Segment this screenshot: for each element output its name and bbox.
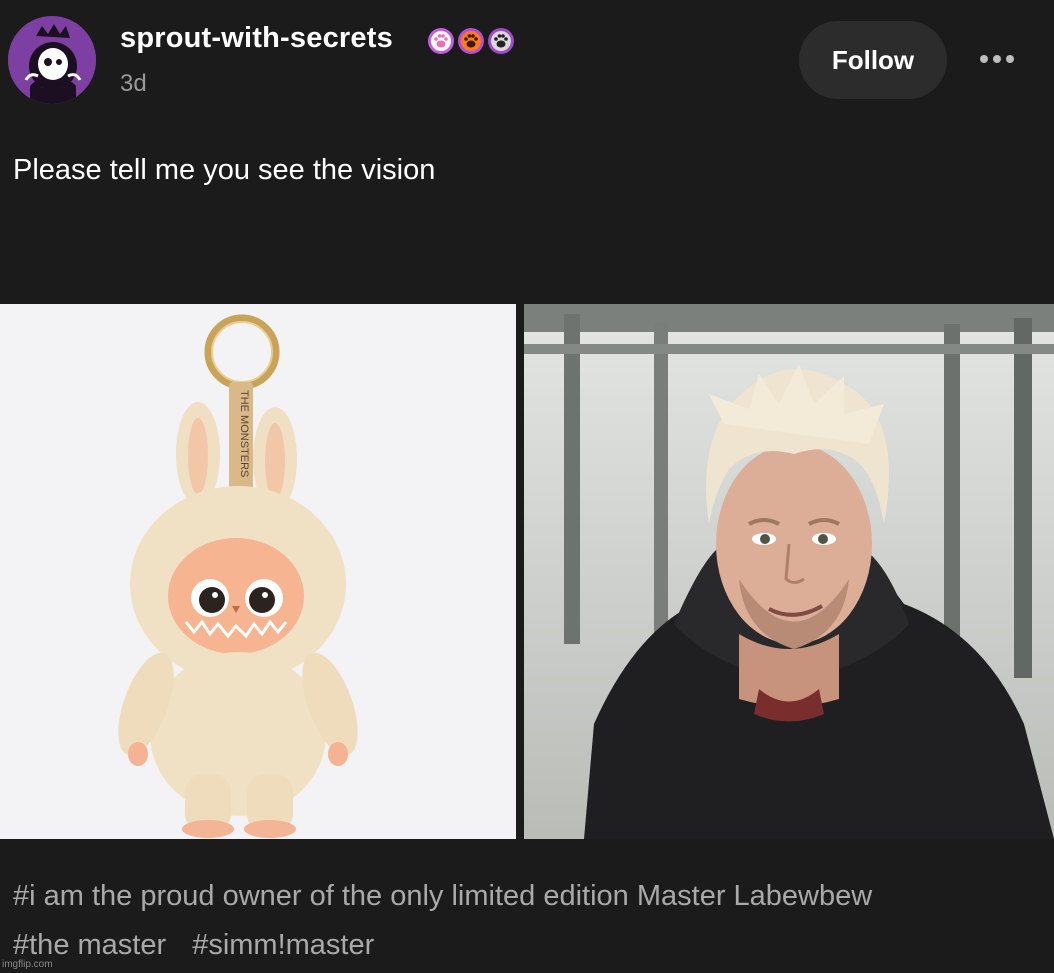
blog-avatar[interactable] (8, 16, 96, 104)
dot (980, 55, 988, 63)
tag-link[interactable]: #simm!master (192, 929, 374, 961)
watermark: imgflip.com (2, 959, 53, 970)
follow-button[interactable]: Follow (799, 21, 947, 99)
post-timestamp[interactable]: 3d (120, 70, 147, 98)
paw-badge-icon (488, 28, 514, 54)
paw-badge-icon (458, 28, 484, 54)
dot (993, 55, 1001, 63)
dot (1006, 55, 1014, 63)
paw-badge-icon (428, 28, 454, 54)
blog-badges (427, 27, 515, 57)
more-options-icon[interactable] (972, 44, 1022, 74)
tag-row-1: #i am the proud owner of the only limite… (13, 872, 1043, 921)
tag-link[interactable]: #the master (13, 929, 166, 961)
blog-name-link[interactable]: sprout-with-secrets (120, 22, 393, 55)
post-body-text: Please tell me you see the vision (13, 154, 436, 186)
post-image-plush-keychain[interactable]: THE MONSTERS (0, 304, 516, 839)
tag-link[interactable]: #i am the proud owner of the only limite… (13, 880, 872, 912)
post-header: sprout-with-secrets 3d Follow (0, 0, 1054, 130)
avatar-mascot-icon (8, 16, 96, 104)
post-image-man-in-hoodie[interactable] (524, 304, 1054, 839)
strap-label: THE MONSTERS (238, 390, 250, 477)
post-tags: #i am the proud owner of the only limite… (13, 872, 1043, 970)
tag-row-2: #the master #simm!master (13, 921, 1043, 970)
